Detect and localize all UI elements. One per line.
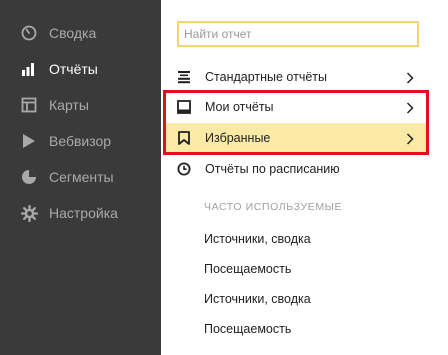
gear-icon bbox=[20, 204, 38, 222]
frequent-report-link[interactable]: Источники, сводка bbox=[204, 292, 311, 306]
search-input[interactable] bbox=[177, 21, 419, 47]
chevron-right-icon bbox=[406, 71, 414, 84]
menu-item-my-reports[interactable]: Мои отчёты bbox=[163, 92, 429, 122]
menu-item-label: Избранные bbox=[205, 131, 271, 145]
sidebar-item-label: Настройка bbox=[49, 205, 118, 221]
sidebar-item-summary[interactable]: Сводка bbox=[0, 15, 161, 51]
sidebar: Сводка Отчёты Карты Вебвизор Сегменты На… bbox=[0, 0, 161, 355]
sidebar-item-webvisor[interactable]: Вебвизор bbox=[0, 123, 161, 159]
sidebar-item-label: Сегменты bbox=[49, 169, 114, 185]
frequent-report-link[interactable]: Источники, сводка bbox=[204, 232, 311, 246]
sidebar-item-reports[interactable]: Отчёты bbox=[0, 51, 161, 87]
chevron-right-icon bbox=[406, 132, 414, 145]
menu-item-label: Мои отчёты bbox=[205, 100, 274, 114]
sidebar-item-settings[interactable]: Настройка bbox=[0, 195, 161, 231]
bookmark-icon bbox=[177, 131, 191, 145]
frequent-report-link[interactable]: Посещаемость bbox=[204, 262, 291, 276]
frequent-report-link[interactable]: Посещаемость bbox=[204, 322, 291, 336]
menu-item-label: Стандартные отчёты bbox=[205, 70, 328, 84]
menu-item-favorites[interactable]: Избранные bbox=[163, 123, 429, 153]
bar-chart-icon bbox=[20, 60, 38, 78]
sidebar-item-label: Отчёты bbox=[49, 61, 98, 77]
chevron-right-icon bbox=[406, 101, 414, 114]
menu-item-label: Отчёты по расписанию bbox=[205, 162, 340, 176]
inbox-icon bbox=[177, 100, 191, 114]
map-icon bbox=[20, 96, 38, 114]
sidebar-item-label: Карты bbox=[49, 97, 89, 113]
sidebar-item-maps[interactable]: Карты bbox=[0, 87, 161, 123]
menu-item-scheduled-reports[interactable]: Отчёты по расписанию bbox=[163, 154, 429, 184]
sidebar-item-label: Сводка bbox=[49, 25, 97, 41]
section-title-frequent: ЧАСТО ИСПОЛЬЗУЕМЫЕ bbox=[204, 201, 343, 213]
sidebar-item-label: Вебвизор bbox=[49, 133, 112, 149]
sidebar-item-segments[interactable]: Сегменты bbox=[0, 159, 161, 195]
dashboard-gauge-icon bbox=[20, 24, 38, 42]
menu-item-standard-reports[interactable]: Стандартные отчёты bbox=[163, 62, 429, 92]
play-icon bbox=[20, 132, 38, 150]
clock-icon bbox=[177, 162, 191, 176]
pie-segments-icon bbox=[20, 168, 38, 186]
list-icon bbox=[177, 70, 191, 84]
